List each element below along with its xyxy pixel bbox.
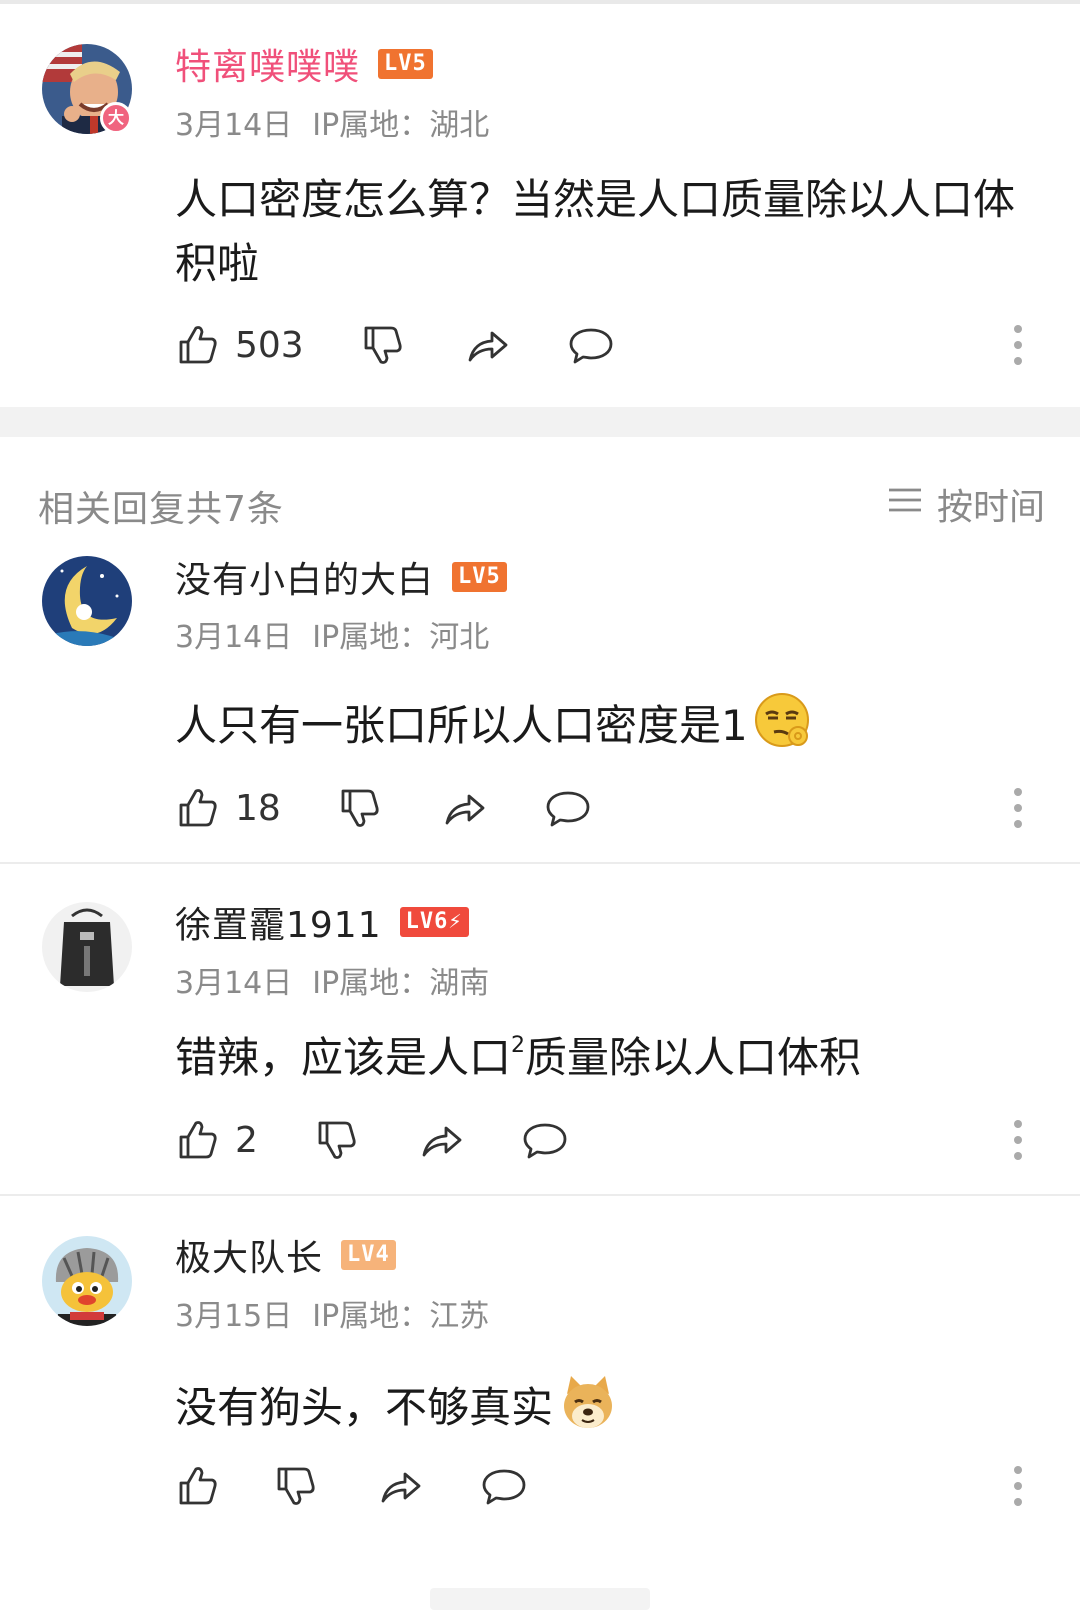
comment-date: 3月14日 — [175, 966, 293, 1001]
like-button[interactable] — [175, 1463, 235, 1509]
top-divider — [0, 0, 1080, 4]
share-icon — [441, 785, 487, 831]
share-icon — [377, 1463, 423, 1509]
reply-button[interactable] — [568, 322, 614, 368]
thumbs-down-icon — [314, 1117, 360, 1163]
comment-text: 人只有一张口所以人口密度是1 — [175, 690, 1035, 758]
avatar[interactable] — [42, 1236, 132, 1326]
ip-location: IP属地：湖南 — [312, 966, 490, 1001]
username-row: 徐置靇1911 LV6⚡ — [175, 897, 469, 947]
level-badge: LV4 — [341, 1240, 396, 1270]
dislike-button[interactable] — [360, 322, 406, 368]
username-row: 特离噗噗噗 LV5 — [175, 39, 433, 89]
share-icon — [418, 1117, 464, 1163]
share-icon — [464, 322, 510, 368]
comment-actions: 18 — [175, 783, 591, 833]
comment-icon — [568, 322, 614, 368]
reply-button[interactable] — [481, 1463, 527, 1509]
sort-label: 按时间 — [937, 487, 1046, 528]
doge-emoji — [557, 1372, 619, 1434]
reply-divider — [0, 862, 1080, 864]
level-badge: LV5 — [378, 49, 433, 79]
comment-text-content: 没有狗头，不够真实 — [175, 1383, 554, 1432]
comment-actions — [175, 1461, 527, 1511]
smirk-ok-emoji — [752, 690, 814, 752]
thumbs-up-icon — [175, 1463, 221, 1509]
comment-icon — [481, 1463, 527, 1509]
comment-meta: 3月15日 IP属地：江苏 — [175, 1291, 489, 1335]
comment-date: 3月15日 — [175, 1299, 293, 1334]
more-vertical-icon — [1012, 320, 1024, 370]
comment-meta: 3月14日 IP属地：湖南 — [175, 958, 489, 1002]
more-vertical-icon — [1012, 1461, 1024, 1511]
comment-text: 错辣，应该是人口2质量除以人口体积 — [175, 1026, 1035, 1090]
comment-actions: 2 — [175, 1115, 568, 1165]
username[interactable]: 没有小白的大白 — [175, 551, 434, 603]
thumbs-down-icon — [337, 785, 383, 831]
share-button[interactable] — [418, 1117, 464, 1163]
superscript: 2 — [511, 1033, 526, 1058]
username-row: 没有小白的大白 LV5 — [175, 552, 507, 602]
more-button[interactable] — [1012, 783, 1024, 833]
like-button[interactable]: 18 — [175, 785, 281, 831]
ip-location: IP属地：河北 — [312, 620, 490, 655]
comment-actions: 503 — [175, 320, 614, 370]
more-button[interactable] — [1012, 1461, 1024, 1511]
comment-date: 3月14日 — [175, 108, 293, 143]
menu-lines-icon — [885, 480, 937, 529]
username[interactable]: 极大队长 — [175, 1229, 323, 1281]
share-button[interactable] — [377, 1463, 423, 1509]
thumbs-up-icon — [175, 1117, 221, 1163]
share-button[interactable] — [441, 785, 487, 831]
thumbs-up-icon — [175, 322, 221, 368]
more-vertical-icon — [1012, 783, 1024, 833]
username-row: 极大队长 LV4 — [175, 1230, 396, 1280]
thumbs-down-icon — [273, 1463, 319, 1509]
dislike-button[interactable] — [273, 1463, 319, 1509]
watermark-bar — [430, 1588, 650, 1610]
share-button[interactable] — [464, 322, 510, 368]
like-button[interactable]: 2 — [175, 1117, 258, 1163]
comment-text: 人口密度怎么算？当然是人口质量除以人口体积啦 — [175, 175, 1016, 288]
sort-button[interactable]: 按时间 — [885, 478, 1045, 530]
comment-text-part2: 质量除以人口体积 — [525, 1033, 862, 1082]
section-divider — [0, 407, 1080, 437]
avatar[interactable] — [42, 902, 132, 992]
more-button[interactable] — [1012, 320, 1024, 370]
ip-location: IP属地：湖北 — [312, 108, 490, 143]
comment-icon — [545, 785, 591, 831]
reply-button[interactable] — [522, 1117, 568, 1163]
reply-divider — [0, 1194, 1080, 1196]
comment-text-content: 人只有一张口所以人口密度是1 — [175, 701, 748, 750]
comment-meta: 3月14日 IP属地：湖北 — [175, 100, 489, 144]
comment-date: 3月14日 — [175, 620, 293, 655]
level-badge: LV5 — [452, 562, 507, 592]
more-vertical-icon — [1012, 1115, 1024, 1165]
username[interactable]: 徐置靇1911 — [175, 896, 382, 948]
like-count: 2 — [235, 1119, 258, 1161]
avatar[interactable] — [42, 556, 132, 646]
like-button[interactable]: 503 — [175, 322, 304, 368]
like-count: 18 — [235, 787, 281, 829]
comment-text: 没有狗头，不够真实 — [175, 1372, 1035, 1440]
thumbs-down-icon — [360, 322, 406, 368]
like-count: 503 — [235, 324, 304, 366]
thumbs-up-icon — [175, 785, 221, 831]
reply-button[interactable] — [545, 785, 591, 831]
verified-badge: 大 — [100, 102, 132, 134]
comment-icon — [522, 1117, 568, 1163]
level-badge: LV6⚡ — [399, 907, 469, 937]
dislike-button[interactable] — [314, 1117, 360, 1163]
more-button[interactable] — [1012, 1115, 1024, 1165]
replies-count-header: 相关回复共7条 — [38, 489, 284, 530]
username[interactable]: 特离噗噗噗 — [175, 38, 360, 90]
comment-meta: 3月14日 IP属地：河北 — [175, 612, 489, 656]
comment-text-part1: 错辣，应该是人口 — [175, 1033, 512, 1082]
dislike-button[interactable] — [337, 785, 383, 831]
ip-location: IP属地：江苏 — [312, 1299, 490, 1334]
